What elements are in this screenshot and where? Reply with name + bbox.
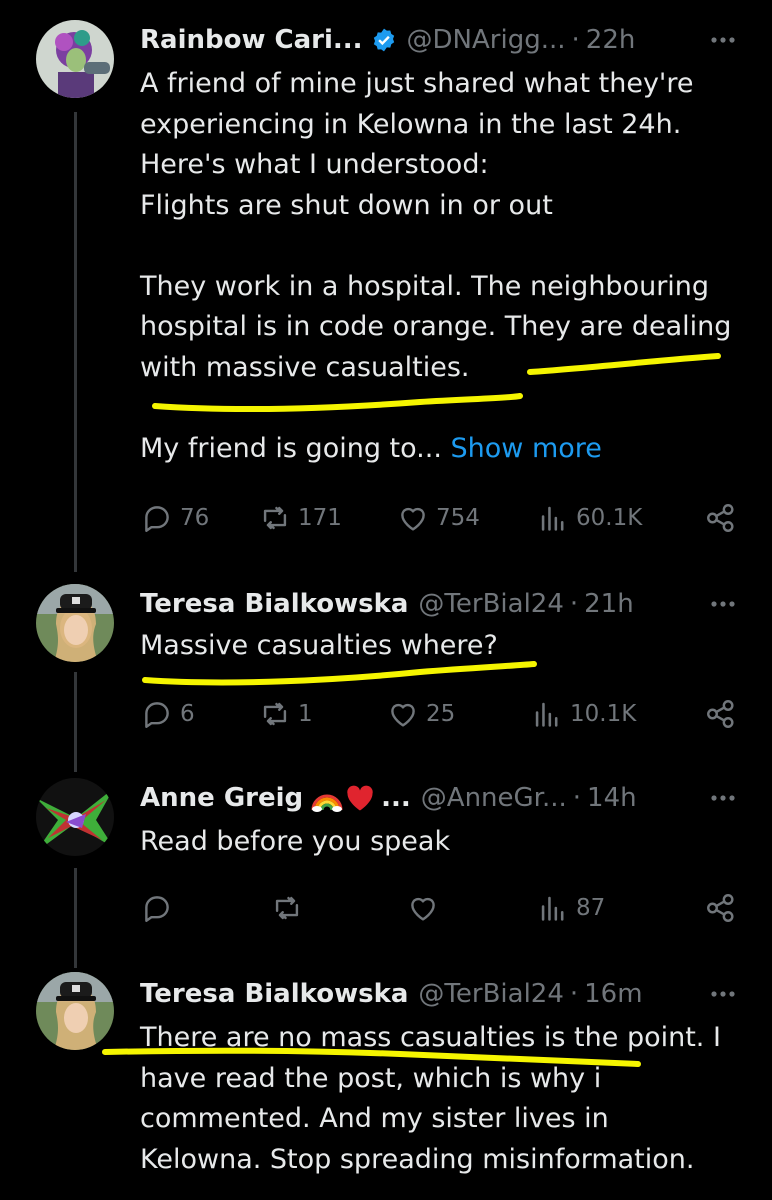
views-icon (541, 506, 564, 531)
show-more-link[interactable]: Show more (451, 433, 602, 464)
tweet-text: A friend of mine just shared what they'r… (140, 64, 750, 469)
like-icon (391, 703, 415, 727)
retweet-count: 171 (298, 505, 342, 531)
reply-icon (145, 702, 169, 728)
like-icon (401, 507, 425, 531)
tweet-line: hospital is in code orange. They are dea… (140, 311, 732, 342)
tweet-line: They work in a hospital. The neighbourin… (140, 270, 710, 302)
views-button[interactable]: 10.1K (530, 694, 636, 734)
red-heart-emoji (347, 785, 373, 811)
display-name[interactable]: Teresa Bialkowska (140, 979, 408, 1009)
reply-icon (145, 896, 169, 922)
tweet-line: There are no mass casualties is the poin… (140, 1022, 721, 1053)
reply-button[interactable]: 76 (140, 498, 209, 538)
tweet-line: My friend is going to... Show more (140, 429, 750, 470)
separator-dot: · (569, 589, 579, 619)
action-bar: 76 171 754 60.1K (140, 498, 740, 538)
tweet-line: Flights are shut down in or out (140, 189, 553, 221)
tweet-line (140, 388, 750, 429)
more-icon[interactable] (708, 28, 738, 52)
share-icon[interactable] (704, 697, 738, 731)
handle[interactable]: @TerBial24 (418, 589, 563, 619)
view-count: 10.1K (570, 701, 637, 727)
like-count: 754 (436, 505, 480, 531)
views-button[interactable]: 87 (536, 888, 605, 928)
like-button[interactable]: 25 (386, 694, 455, 734)
display-name[interactable]: Rainbow Cari... (140, 25, 363, 55)
more-icon[interactable] (708, 592, 738, 616)
handle[interactable]: @AnneGr... (421, 783, 567, 813)
tweet-line: Kelowna. Stop spreading misinformation. (140, 1143, 695, 1175)
like-button[interactable]: 754 (396, 498, 480, 538)
avatar[interactable] (36, 584, 114, 662)
retweet-icon (275, 896, 299, 920)
like-icon (411, 897, 435, 921)
share-icon[interactable] (704, 891, 738, 925)
verified-badge-icon (373, 28, 394, 52)
truncated-text: My friend is going to... (140, 432, 442, 464)
separator-dot: · (572, 783, 582, 813)
rainbow-emoji (311, 794, 343, 812)
more-icon[interactable] (708, 982, 738, 1006)
avatar[interactable] (36, 20, 114, 98)
tweet[interactable]: Anne Greig ... @AnneGr... · 14h Read bef… (0, 778, 772, 938)
like-button[interactable] (406, 888, 446, 928)
reply-button[interactable]: 6 (140, 694, 195, 734)
avatar[interactable] (36, 972, 114, 1050)
avatar[interactable] (36, 778, 114, 856)
timestamp[interactable]: 14h (587, 783, 637, 813)
tweet[interactable]: Teresa Bialkowska @TerBial24 · 16m There… (0, 972, 772, 1200)
tweet-text: There are no mass casualties is the poin… (140, 1018, 750, 1180)
tweet[interactable]: Teresa Bialkowska @TerBial24 · 21h Massi… (0, 580, 772, 730)
views-button[interactable]: 60.1K (536, 498, 642, 538)
views-icon (535, 702, 558, 727)
views-icon (541, 896, 564, 921)
like-count: 25 (426, 701, 456, 727)
retweet-icon (263, 506, 287, 530)
reply-icon (145, 506, 169, 532)
name-ellipsis: ... (381, 783, 411, 813)
view-count: 60.1K (576, 505, 643, 531)
retweet-button[interactable] (270, 888, 310, 928)
reply-count: 76 (180, 505, 210, 531)
retweet-button[interactable]: 171 (258, 498, 342, 538)
tweet-line: have read the post, which is why i (140, 1062, 602, 1094)
handle[interactable]: @TerBial24 (418, 979, 563, 1009)
display-name[interactable]: Teresa Bialkowska (140, 589, 408, 619)
more-icon[interactable] (708, 786, 738, 810)
tweet-line: A friend of mine just shared what they'r… (140, 68, 694, 99)
retweet-button[interactable]: 1 (258, 694, 313, 734)
tweet-line (140, 226, 750, 267)
retweet-count: 1 (298, 701, 313, 727)
timestamp[interactable]: 16m (584, 979, 642, 1009)
separator-dot: · (569, 979, 579, 1009)
action-bar: 87 (140, 888, 740, 928)
view-count: 87 (576, 895, 606, 921)
tweet-line: Here's what I understood: (140, 149, 489, 180)
reply-count: 6 (180, 701, 195, 727)
tweet-line: Massive casualties where? (140, 630, 498, 661)
handle[interactable]: @DNArigg... (407, 25, 566, 55)
reply-button[interactable] (140, 888, 180, 928)
retweet-icon (263, 702, 287, 726)
tweet[interactable]: Rainbow Cari... @DNArigg... · 22h A frie… (0, 0, 772, 560)
share-icon[interactable] (704, 501, 738, 535)
action-bar: 6 1 25 10.1K (140, 694, 740, 734)
tweet-line: with massive casualties. (140, 351, 470, 383)
display-name[interactable]: Anne Greig (140, 783, 303, 813)
tweet-text: Massive casualties where? (140, 626, 750, 667)
tweet-line: Read before you speak (140, 826, 451, 857)
tweet-text: Read before you speak (140, 822, 750, 863)
tweet-line: experiencing in Kelowna in the last 24h. (140, 108, 682, 140)
separator-dot: · (571, 25, 580, 55)
timestamp[interactable]: 21h (584, 589, 634, 619)
tweet-line: commented. And my sister lives in (140, 1103, 609, 1134)
timestamp[interactable]: 22h (586, 25, 636, 55)
